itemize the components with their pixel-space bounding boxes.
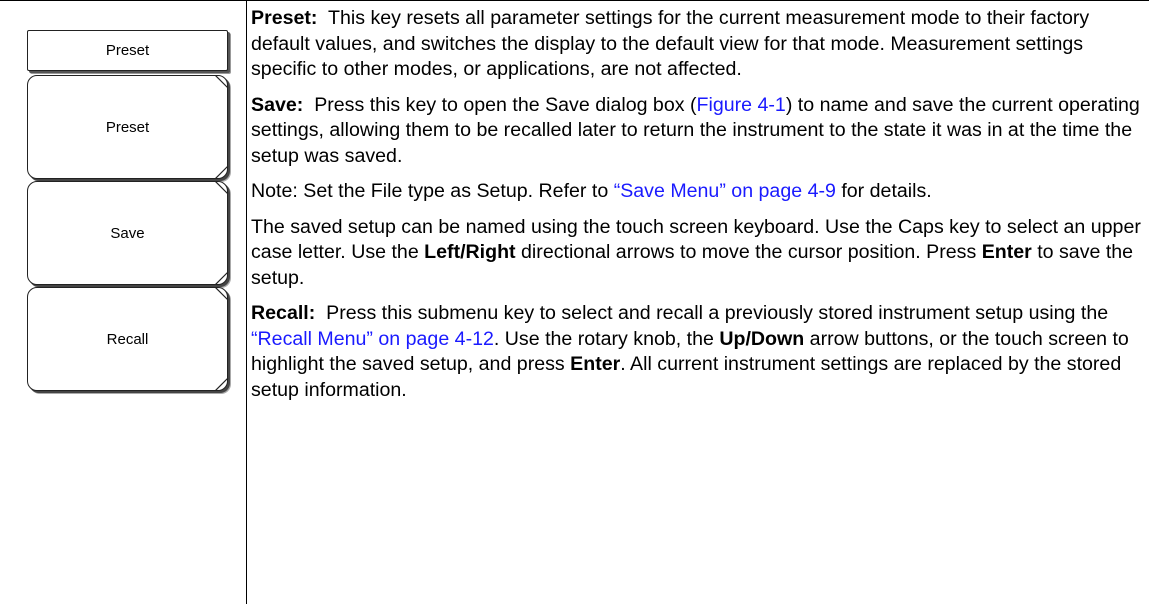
- left-right-term: Left/Right: [424, 241, 516, 263]
- figure-link[interactable]: Figure 4-1: [697, 94, 786, 116]
- up-down-term: Up/Down: [719, 327, 805, 350]
- preset-term: Preset:: [251, 7, 318, 29]
- key-corner-notch-icon: [215, 181, 229, 195]
- preset-menu: Preset Preset Save Recall: [27, 30, 229, 391]
- save-text-1: Press this key to open the Save dialog b…: [314, 93, 697, 116]
- top-rule: [0, 0, 1149, 1]
- recall-term: Recall:: [251, 302, 316, 324]
- naming-text-2: directional arrows to move the cursor po…: [515, 241, 982, 263]
- note-text-1: Note: Set the File type as Setup. Refer …: [251, 180, 614, 202]
- save-paragraph: Save: Press this key to open the Save di…: [251, 93, 1143, 170]
- description-column: Preset: This key resets all parameter se…: [251, 6, 1143, 413]
- recall-menu-link[interactable]: “Recall Menu” on page 4-12: [251, 328, 494, 350]
- recall-key[interactable]: Recall: [27, 287, 229, 391]
- recall-text-1: Press this submenu key to select and rec…: [326, 302, 1109, 324]
- recall-text-2: . Use the rotary knob, the: [493, 327, 720, 350]
- save-key-label: Save: [110, 224, 145, 242]
- key-corner-notch-icon: [215, 271, 229, 285]
- menu-title: Preset: [27, 30, 228, 71]
- recall-key-label: Recall: [106, 330, 149, 348]
- enter-term: Enter: [981, 241, 1032, 263]
- recall-paragraph: Recall: Press this submenu key to select…: [251, 301, 1143, 403]
- key-corner-notch-icon: [215, 377, 229, 391]
- key-corner-notch-icon: [215, 75, 229, 89]
- note-text-2: for details.: [835, 180, 932, 202]
- note-paragraph: Note: Set the File type as Setup. Refer …: [251, 179, 1143, 205]
- column-divider: [246, 0, 247, 604]
- preset-key-label: Preset: [105, 118, 150, 136]
- naming-paragraph: The saved setup can be named using the t…: [251, 215, 1143, 292]
- enter-term: Enter: [570, 353, 621, 375]
- key-corner-notch-icon: [215, 165, 229, 179]
- save-menu-link[interactable]: “Save Menu” on page 4-9: [614, 180, 836, 202]
- preset-key[interactable]: Preset: [27, 75, 229, 179]
- key-corner-notch-icon: [215, 287, 229, 301]
- save-term: Save:: [251, 93, 304, 116]
- preset-text: This key resets all parameter settings f…: [251, 7, 1090, 80]
- preset-paragraph: Preset: This key resets all parameter se…: [251, 6, 1143, 83]
- save-key[interactable]: Save: [27, 181, 229, 285]
